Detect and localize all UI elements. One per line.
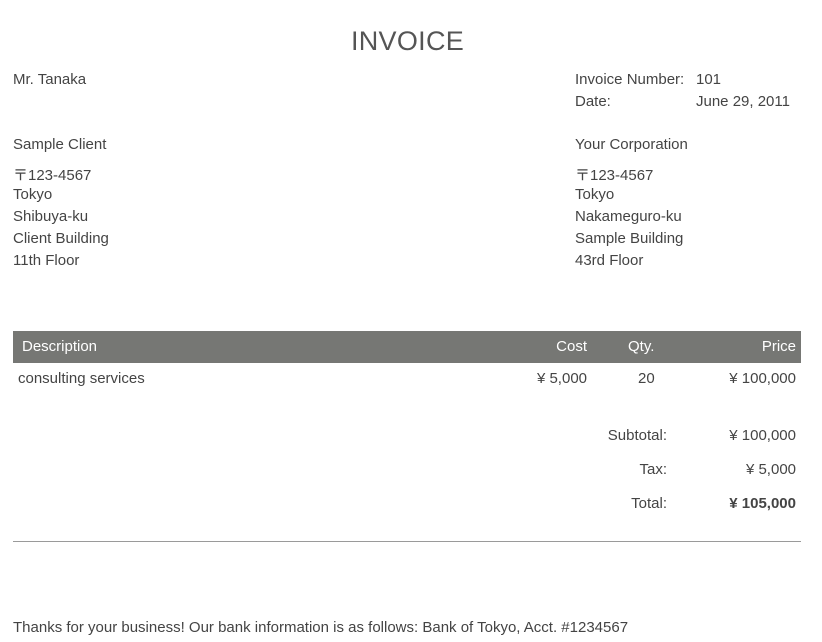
invoice-title: INVOICE — [350, 26, 465, 56]
total-label: Total: — [631, 495, 667, 512]
client-postal-code: 〒123-4567 — [13, 167, 92, 184]
subtotal-label: Subtotal: — [607, 427, 667, 444]
company-postal-code: 〒123-4567 — [575, 167, 654, 184]
client-name: Sample Client — [13, 136, 107, 153]
subtotal-value: ¥ 100,000 — [729, 427, 796, 444]
column-header-price: Price — [761, 338, 796, 355]
total-value: ¥ 105,000 — [729, 495, 796, 512]
date-label: Date: — [575, 93, 611, 110]
recipient-name: Mr. Tanaka — [13, 71, 87, 88]
invoice-date: June 29, 2011 — [696, 93, 790, 110]
divider — [13, 541, 801, 542]
client-floor: 11th Floor — [13, 252, 80, 269]
column-header-cost: Cost — [556, 338, 587, 355]
company-ward: Nakameguro-ku — [575, 208, 682, 225]
row-cost: ¥ 5,000 — [536, 370, 587, 387]
row-description: consulting services — [18, 370, 145, 387]
company-name: Your Corporation — [575, 136, 688, 153]
tax-value: ¥ 5,000 — [745, 461, 796, 478]
invoice-number-label: Invoice Number: — [575, 71, 685, 88]
client-city: Tokyo — [13, 186, 53, 203]
tax-label: Tax: — [639, 461, 667, 478]
footer-note: Thanks for your business! Our bank infor… — [13, 619, 629, 636]
row-qty: 20 — [638, 370, 655, 387]
line-items-header: Description Cost Qty. Price — [13, 331, 801, 363]
invoice-number: 101 — [696, 71, 722, 88]
company-building: Sample Building — [575, 230, 684, 247]
client-ward: Shibuya-ku — [13, 208, 89, 225]
company-city: Tokyo — [575, 186, 615, 203]
company-floor: 43rd Floor — [575, 252, 644, 269]
client-building: Client Building — [13, 230, 109, 247]
column-header-qty: Qty. — [628, 338, 655, 355]
column-header-description: Description — [22, 338, 98, 355]
row-price: ¥ 100,000 — [729, 370, 796, 387]
